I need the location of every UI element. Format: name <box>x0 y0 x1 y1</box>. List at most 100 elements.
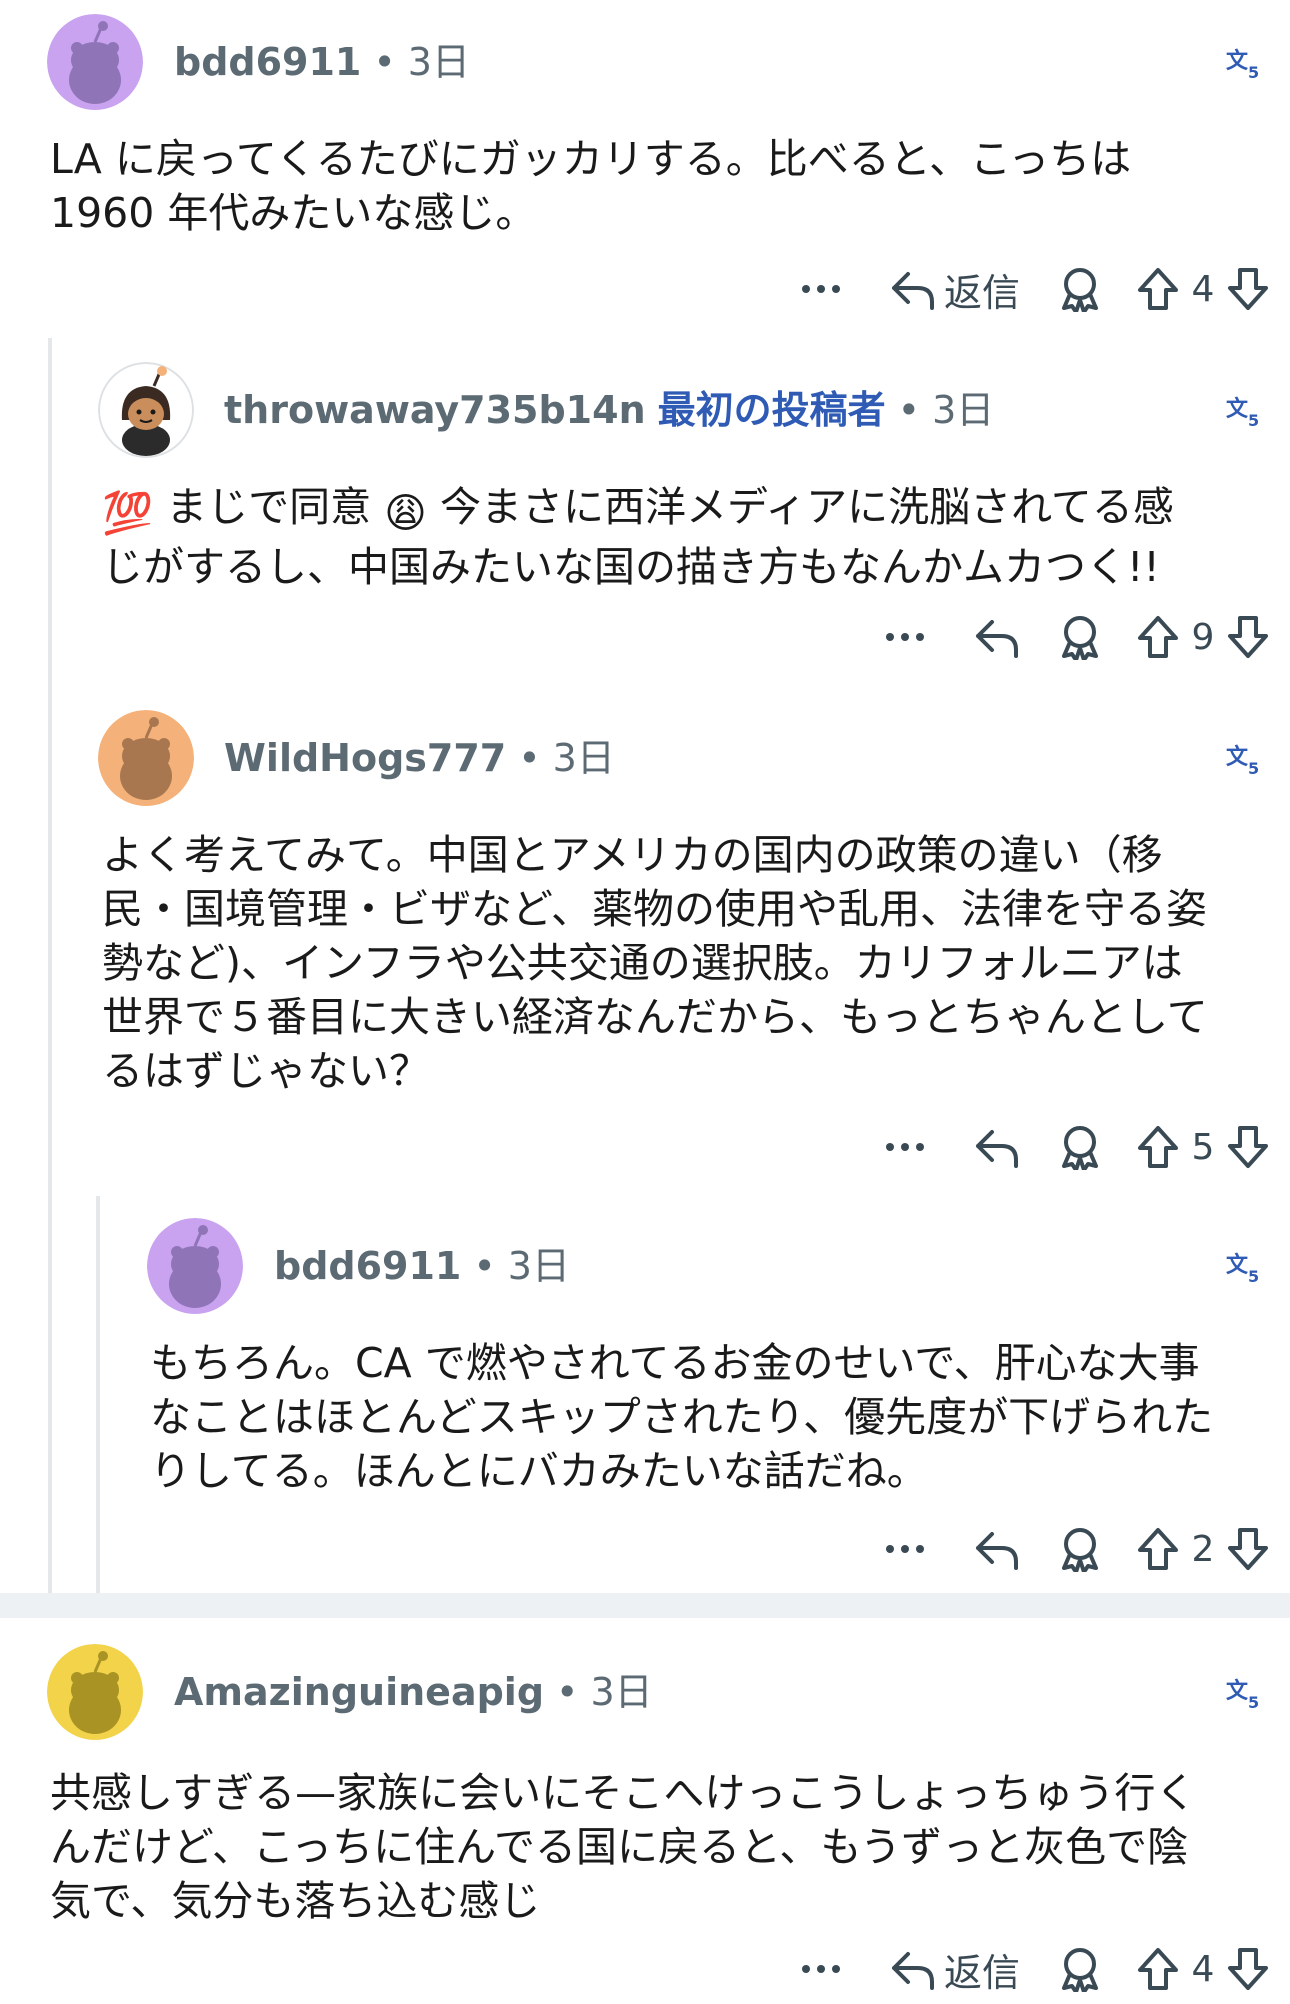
comment-meta: Amazinguineapig • 3日 <box>174 1662 653 1722</box>
reply-label: 返信 <box>943 1950 1020 1995</box>
more-button[interactable] <box>870 1514 940 1584</box>
upvote-button[interactable] <box>1136 1934 1180 2004</box>
comment-text-fragment: まじで同意 <box>166 483 372 531</box>
downvote-button[interactable] <box>1226 1514 1270 1584</box>
more-button[interactable] <box>870 1112 940 1182</box>
more-button[interactable] <box>786 1934 856 2004</box>
reply-label: 返信 <box>943 270 1020 315</box>
avatar[interactable] <box>47 14 143 110</box>
comment-text-line: 世界で５番目に大きい経済なんだから、もっとちゃんとして <box>102 993 1208 1041</box>
meta-separator: • <box>556 1670 579 1714</box>
reply-button[interactable] <box>974 1112 1020 1182</box>
upvote-button[interactable] <box>1136 1112 1180 1182</box>
vote-controls: 4 <box>1136 1934 1270 2004</box>
translate-icon: 文 5 <box>1226 744 1259 778</box>
upvote-button[interactable] <box>1136 254 1180 324</box>
comment-meta: throwaway735b14n 最初の投稿者 • 3日 <box>224 380 994 440</box>
downvote-button[interactable] <box>1226 602 1270 672</box>
upvote-icon <box>1138 616 1178 658</box>
upvote-icon <box>1138 268 1178 310</box>
comment-actions: 2 <box>870 1514 1270 1584</box>
more-icon <box>886 1143 924 1151</box>
svg-text:5: 5 <box>1248 63 1259 82</box>
vote-score: 4 <box>1191 1948 1215 1990</box>
meta-separator: • <box>897 388 921 432</box>
translate-icon: 文 5 <box>1226 48 1259 82</box>
translate-button[interactable]: 文 5 <box>1224 1672 1264 1712</box>
comment-text-line: 1960 年代みたいな感じ。 <box>50 189 537 237</box>
reply-button[interactable] <box>974 1514 1020 1584</box>
svg-text:5: 5 <box>1248 759 1259 778</box>
comment: bdd6911 • 3日 文 5 LA に戻ってくるたびにガッカリする。比べると、こ… <box>0 0 1290 320</box>
snoo-avatar-icon <box>147 1218 243 1314</box>
svg-text:文: 文 <box>1226 396 1249 422</box>
svg-text:文: 文 <box>1226 48 1249 74</box>
vote-controls: 9 <box>1136 602 1270 672</box>
award-button[interactable] <box>1058 254 1102 324</box>
avatar[interactable] <box>47 1644 143 1740</box>
comment: Amazinguineapig • 3日 文 5 共感しすぎる—家族に会いにそこへけ… <box>0 1618 1290 2004</box>
vote-controls: 5 <box>1136 1112 1270 1182</box>
comment-text-line: んだけど、こっちに住んでる国に戻ると、もうずっと灰色で陰 <box>50 1823 1189 1871</box>
more-button[interactable] <box>870 602 940 672</box>
award-button[interactable] <box>1058 1934 1102 2004</box>
reply-icon <box>976 620 1018 658</box>
timestamp: 3日 <box>932 388 995 432</box>
comment-text-line: なことはほとんどスキップされたり、優先度が下げられた <box>150 1393 1214 1441</box>
downvote-icon <box>1228 1948 1268 1990</box>
comment-thread: Amazinguineapig • 3日 文 5 共感しすぎる—家族に会いにそこへけ… <box>0 1618 1290 2004</box>
username[interactable]: bdd6911 <box>174 40 361 84</box>
reply-button[interactable]: 返信 <box>890 254 1020 324</box>
downvote-icon <box>1228 616 1268 658</box>
vote-controls: 2 <box>1136 1514 1270 1584</box>
award-button[interactable] <box>1058 602 1102 672</box>
meta-separator: • <box>473 1244 496 1288</box>
weary-face-icon: 😩 <box>384 489 427 537</box>
comment-text-line: もちろん。CA で燃やされてるお金のせいで、肝心な大事 <box>150 1339 1200 1387</box>
comment-body: 💯 まじで同意 😩 今まさに西洋メディアに洗脳されてる感 じがするし、中国みたい… <box>102 480 1260 594</box>
downvote-button[interactable] <box>1226 254 1270 324</box>
translate-icon: 文 5 <box>1226 396 1259 430</box>
more-icon <box>886 633 924 641</box>
award-button[interactable] <box>1058 1514 1102 1584</box>
svg-text:文: 文 <box>1226 1252 1249 1278</box>
snoo-avatar-icon <box>47 1644 143 1740</box>
reply-icon <box>976 1130 1018 1168</box>
vote-score: 5 <box>1191 1126 1215 1168</box>
username[interactable]: WildHogs777 <box>224 736 506 780</box>
reply-button[interactable]: 返信 <box>890 1934 1020 2004</box>
comment-text-line: じがするし、中国みたいな国の描き方もなんかムカつく!! <box>102 543 1160 591</box>
comment-body: 共感しすぎる—家族に会いにそこへけっこうしょっちゅう行く んだけど、こっちに住ん… <box>50 1766 1260 1928</box>
translate-button[interactable]: 文 5 <box>1224 1246 1264 1286</box>
comment-body: もちろん。CA で燃やされてるお金のせいで、肝心な大事 なことはほとんどスキップ… <box>150 1336 1260 1498</box>
translate-button[interactable]: 文 5 <box>1224 390 1264 430</box>
award-button[interactable] <box>1058 1112 1102 1182</box>
reply-button[interactable] <box>974 602 1020 672</box>
upvote-button[interactable] <box>1136 1514 1180 1584</box>
avatar[interactable] <box>98 362 194 458</box>
translate-button[interactable]: 文 5 <box>1224 738 1264 778</box>
translate-button[interactable]: 文 5 <box>1224 42 1264 82</box>
comment-text-line: 💯 まじで同意 😩 今まさに西洋メディアに洗脳されてる感 <box>102 480 1260 540</box>
vote-score: 4 <box>1191 268 1215 310</box>
avatar[interactable] <box>147 1218 243 1314</box>
comment-actions: 返信 4 <box>786 254 1270 324</box>
more-icon <box>886 1545 924 1553</box>
username[interactable]: Amazinguineapig <box>174 1670 544 1714</box>
reply-icon <box>891 1952 934 1990</box>
award-icon <box>1062 268 1098 312</box>
svg-text:5: 5 <box>1248 1693 1259 1712</box>
meta-separator: • <box>373 40 396 84</box>
upvote-button[interactable] <box>1136 602 1180 672</box>
username[interactable]: bdd6911 <box>274 1244 461 1288</box>
downvote-button[interactable] <box>1226 1934 1270 2004</box>
more-button[interactable] <box>786 254 856 324</box>
downvote-button[interactable] <box>1226 1112 1270 1182</box>
comment-text-line: 民・国境管理・ビザなど、薬物の使用や乱用、法律を守る姿 <box>102 885 1207 933</box>
downvote-icon <box>1228 1528 1268 1570</box>
award-icon <box>1062 616 1098 660</box>
timestamp: 3日 <box>590 1670 653 1714</box>
avatar[interactable] <box>98 710 194 806</box>
username[interactable]: throwaway735b14n <box>224 388 646 432</box>
more-icon <box>801 285 840 293</box>
